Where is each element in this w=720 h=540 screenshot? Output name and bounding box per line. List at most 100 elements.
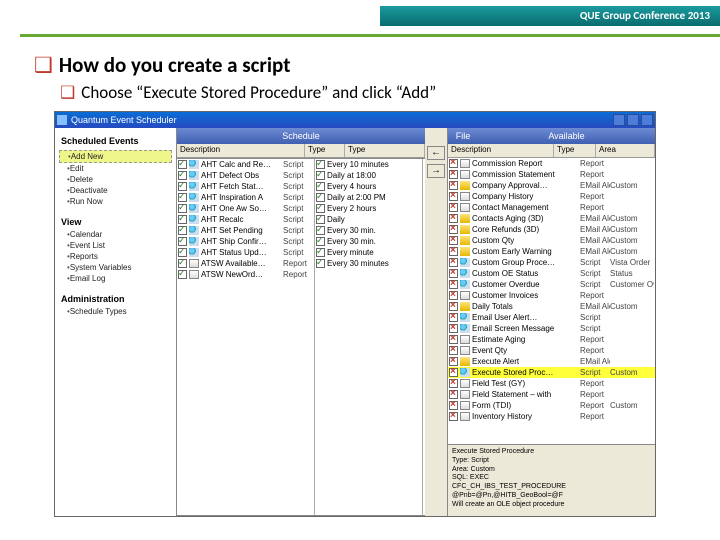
list-row[interactable]: AHT Set PendingScript	[177, 225, 314, 236]
checkbox[interactable]	[316, 259, 325, 268]
list-row[interactable]: Customer InvoicesReport	[448, 290, 655, 301]
list-row[interactable]: Contact ManagementReport	[448, 202, 655, 213]
list-row[interactable]: ATSW NewOrd…Report	[177, 269, 314, 280]
checkbox[interactable]	[316, 226, 325, 235]
close-button[interactable]	[641, 114, 653, 126]
checkbox[interactable]	[316, 160, 325, 169]
sidebar-view[interactable]: System Variables	[59, 262, 172, 273]
schedule-times-list[interactable]: Every 10 minutesDaily at 18:00Every 4 ho…	[315, 159, 423, 515]
checkbox[interactable]	[178, 204, 187, 213]
list-row[interactable]: Execute Stored Proc…ScriptCustom	[448, 367, 655, 378]
checkbox[interactable]	[449, 170, 458, 179]
sidebar-link[interactable]: Delete	[59, 174, 172, 185]
checkbox[interactable]	[178, 182, 187, 191]
list-row[interactable]: AHT One Aw So…Script	[177, 203, 314, 214]
checkbox[interactable]	[449, 379, 458, 388]
checkbox[interactable]	[316, 215, 325, 224]
checkbox[interactable]	[316, 204, 325, 213]
list-row[interactable]: AHT Fetch Stat…Script	[177, 181, 314, 192]
col-description-r[interactable]: Description	[448, 144, 554, 157]
list-row[interactable]: AHT Inspiration AScript	[177, 192, 314, 203]
checkbox[interactable]	[449, 214, 458, 223]
list-row[interactable]: Field Statement – withReport	[448, 389, 655, 400]
checkbox[interactable]	[316, 248, 325, 257]
sidebar-admin[interactable]: Schedule Types	[59, 306, 172, 317]
list-row[interactable]: Customer OverdueScriptCustomer Overdue	[448, 279, 655, 290]
sidebar-view[interactable]: Email Log	[59, 273, 172, 284]
col-type-r[interactable]: Type	[554, 144, 596, 157]
checkbox[interactable]	[449, 390, 458, 399]
checkbox[interactable]	[449, 324, 458, 333]
checkbox[interactable]	[178, 160, 187, 169]
list-row[interactable]: Company HistoryReport	[448, 191, 655, 202]
col-type[interactable]: Type	[305, 144, 345, 157]
list-row[interactable]: Every minute	[315, 247, 422, 258]
checkbox[interactable]	[316, 171, 325, 180]
list-row[interactable]: Custom Group Proce…ScriptVista Order	[448, 257, 655, 268]
checkbox[interactable]	[178, 237, 187, 246]
checkbox[interactable]	[449, 192, 458, 201]
checkbox[interactable]	[449, 203, 458, 212]
list-row[interactable]: Daily TotalsEMail AlertCustom	[448, 301, 655, 312]
move-left-button[interactable]: ←	[427, 146, 445, 160]
checkbox[interactable]	[178, 215, 187, 224]
list-row[interactable]: Company Approval…EMail AlertCustom	[448, 180, 655, 191]
list-row[interactable]: AHT Status Upd…Script	[177, 247, 314, 258]
checkbox[interactable]	[316, 182, 325, 191]
checkbox[interactable]	[316, 237, 325, 246]
list-row[interactable]: Every 30 minutes	[315, 258, 422, 269]
sidebar-link[interactable]: Run Now	[59, 196, 172, 207]
sidebar-view[interactable]: Reports	[59, 251, 172, 262]
checkbox[interactable]	[449, 181, 458, 190]
checkbox[interactable]	[449, 236, 458, 245]
list-row[interactable]: Email User Alert…Script	[448, 312, 655, 323]
col-area-r[interactable]: Area	[596, 144, 655, 157]
checkbox[interactable]	[449, 335, 458, 344]
list-row[interactable]: Contacts Aging (3D)EMail AlertCustom	[448, 213, 655, 224]
list-row[interactable]: AHT RecalcScript	[177, 214, 314, 225]
sidebar-add-new[interactable]: Add New	[59, 150, 172, 163]
checkbox[interactable]	[449, 280, 458, 289]
list-row[interactable]: Every 30 min.	[315, 236, 422, 247]
available-list[interactable]: Commission ReportReportCommission Statem…	[448, 158, 655, 444]
sidebar-view[interactable]: Calendar	[59, 229, 172, 240]
list-row[interactable]: Daily at 18:00	[315, 170, 422, 181]
list-row[interactable]: Field Test (GY)Report	[448, 378, 655, 389]
list-row[interactable]: Custom Early WarningEMail AlertCustom	[448, 246, 655, 257]
list-row[interactable]: Commission ReportReport	[448, 158, 655, 169]
checkbox[interactable]	[449, 159, 458, 168]
list-row[interactable]: Daily at 2:00 PM	[315, 192, 422, 203]
checkbox[interactable]	[178, 270, 187, 279]
list-row[interactable]: Custom OE StatusScriptStatus	[448, 268, 655, 279]
scheduled-list[interactable]: AHT Calc and Re…ScriptAHT Defect ObsScri…	[177, 159, 315, 515]
list-row[interactable]: Every 30 min.	[315, 225, 422, 236]
checkbox[interactable]	[449, 269, 458, 278]
list-row[interactable]: Execute AlertEMail Alert	[448, 356, 655, 367]
list-row[interactable]: Daily	[315, 214, 422, 225]
checkbox[interactable]	[449, 291, 458, 300]
sidebar-link[interactable]: Deactivate	[59, 185, 172, 196]
checkbox[interactable]	[449, 401, 458, 410]
minimize-button[interactable]	[613, 114, 625, 126]
col-schedule-type[interactable]: Type	[345, 144, 425, 157]
checkbox[interactable]	[449, 313, 458, 322]
checkbox[interactable]	[178, 248, 187, 257]
checkbox[interactable]	[178, 193, 187, 202]
list-row[interactable]: Every 2 hours	[315, 203, 422, 214]
list-row[interactable]: AHT Defect ObsScript	[177, 170, 314, 181]
checkbox[interactable]	[449, 357, 458, 366]
maximize-button[interactable]	[627, 114, 639, 126]
list-row[interactable]: AHT Ship Confir…Script	[177, 236, 314, 247]
list-row[interactable]: Custom QtyEMail AlertCustom	[448, 235, 655, 246]
checkbox[interactable]	[449, 225, 458, 234]
list-row[interactable]: Event QtyReport	[448, 345, 655, 356]
sidebar-link[interactable]: Edit	[59, 163, 172, 174]
checkbox[interactable]	[449, 258, 458, 267]
list-row[interactable]: Every 10 minutes	[315, 159, 422, 170]
list-row[interactable]: AHT Calc and Re…Script	[177, 159, 314, 170]
list-row[interactable]: Estimate AgingReport	[448, 334, 655, 345]
list-row[interactable]: Core Refunds (3D)EMail AlertCustom	[448, 224, 655, 235]
list-row[interactable]: Inventory HistoryReport	[448, 411, 655, 422]
col-description[interactable]: Description	[177, 144, 305, 157]
checkbox[interactable]	[316, 193, 325, 202]
